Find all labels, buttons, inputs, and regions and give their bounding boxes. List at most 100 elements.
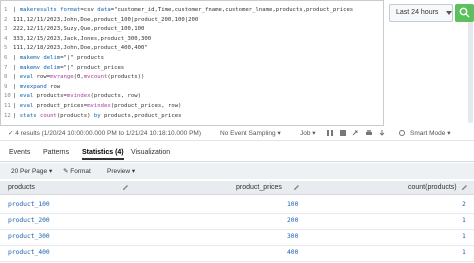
code-line[interactable]: 5 111,12/18/2023,John,Doe,product_400,400… <box>4 44 353 54</box>
code-token: 222,12/11/2023,Suzy,Que,product_100,100 <box>13 26 145 33</box>
code-token: | <box>13 64 20 71</box>
cell-count[interactable]: 1 <box>462 249 466 256</box>
code-token: 111,12/11/2023,John,Doe,product_100|prod… <box>13 16 199 23</box>
line-number: 12 <box>4 112 11 119</box>
job-status-bar: ✓ 4 results (1/20/24 10:00:00.000 PM to … <box>0 126 474 141</box>
tab-visualization[interactable]: Visualization <box>131 149 170 156</box>
table-controls: 20 Per Page ▾ ✎ Format Preview ▾ <box>0 163 474 179</box>
code-line[interactable]: 1 | makeresults format=csv data="customer… <box>4 6 353 16</box>
code-token: products,product_prices <box>100 112 182 119</box>
code-line[interactable]: 3 222,12/11/2023,Suzy,Que,product_100,100 <box>4 25 353 35</box>
cell-product-prices[interactable]: 300 <box>287 233 298 240</box>
code-token: 111,12/18/2023,John,Doe,product_400,400" <box>13 45 148 52</box>
code-line[interactable]: 7 | makemv delim="|" product_prices <box>4 64 353 74</box>
job-menu[interactable]: Job ▾ <box>300 129 316 137</box>
code-line[interactable]: 2 111,12/11/2023,John,Doe,product_100|pro… <box>4 16 353 26</box>
search-query-code[interactable]: 1 | makeresults format=csv data="customer… <box>4 6 353 121</box>
line-number: 2 <box>4 16 8 23</box>
column-header-product-prices[interactable]: product_prices <box>236 184 282 191</box>
code-line[interactable]: 6 | makemv delim="|" products <box>4 54 353 64</box>
print-icon[interactable] <box>365 129 373 137</box>
code-token: count <box>36 112 57 119</box>
search-editor[interactable]: 1 | makeresults format=csv data="customer… <box>0 0 473 126</box>
line-number: 4 <box>4 35 8 42</box>
code-line[interactable]: 10 | eval products=mvindex(products, row) <box>4 92 353 102</box>
code-token: makeresults <box>19 7 57 13</box>
code-token: (product_prices, row) <box>110 102 182 109</box>
code-token: delim <box>39 54 61 61</box>
line-number: 7 <box>4 64 8 71</box>
time-range-picker[interactable]: Last 24 hours <box>389 4 453 22</box>
search-button[interactable] <box>455 4 474 22</box>
code-line[interactable]: 12 | stats count(products) by products,pr… <box>4 112 353 122</box>
code-token: mvindex <box>87 102 111 109</box>
code-token: delim <box>39 64 61 71</box>
code-token: row= <box>33 74 51 81</box>
column-header-products[interactable]: products <box>8 184 35 191</box>
code-token: products= <box>33 93 67 100</box>
code-token: makemv <box>19 64 40 71</box>
table-row: product_400 400 1 <box>0 245 474 262</box>
tab-events[interactable]: Events <box>9 149 30 156</box>
format-button[interactable]: ✎ Format <box>63 167 91 175</box>
editor-scrollbar[interactable] <box>468 6 473 123</box>
pause-icon[interactable] <box>326 129 334 137</box>
cell-count[interactable]: 2 <box>462 201 466 208</box>
code-token: | <box>13 93 20 100</box>
code-token: ="|" product_prices <box>60 64 125 71</box>
line-number: 8 <box>4 74 8 81</box>
pencil-icon[interactable] <box>293 184 300 191</box>
table-row: product_100 100 2 <box>0 197 474 214</box>
code-line[interactable]: 8 | eval row=mvrange(0,mvcount(products)) <box>4 73 353 83</box>
code-token: 333,12/15/2023,Jack,Jones,product_300,30… <box>13 35 152 42</box>
cell-count[interactable]: 1 <box>462 233 466 240</box>
table-row: product_200 200 1 <box>0 213 474 230</box>
code-line[interactable]: 9 | mvexpand row <box>4 83 353 93</box>
cell-products[interactable]: product_400 <box>8 249 50 256</box>
cell-product-prices[interactable]: 100 <box>287 201 298 208</box>
cell-products[interactable]: product_200 <box>8 217 50 224</box>
code-token: makemv <box>19 54 40 61</box>
code-token: row <box>46 83 61 90</box>
code-token: ="|" products <box>60 54 104 61</box>
time-range-label: Last 24 hours <box>396 9 439 16</box>
code-token: eval <box>19 102 34 109</box>
preview-dropdown[interactable]: Preview ▾ <box>107 167 135 175</box>
column-header-count[interactable]: count(products) <box>408 184 457 191</box>
cell-product-prices[interactable]: 400 <box>287 249 298 256</box>
tab-patterns[interactable]: Patterns <box>43 149 69 156</box>
code-token: mvcount <box>83 74 108 81</box>
line-number: 6 <box>4 54 8 61</box>
cell-count[interactable]: 1 <box>462 217 466 224</box>
cell-product-prices[interactable]: 200 <box>287 217 298 224</box>
cell-products[interactable]: product_100 <box>8 201 50 208</box>
chevron-down-icon <box>446 11 452 15</box>
export-icon[interactable] <box>378 129 386 137</box>
results-tabs: Events Patterns Statistics (4) Visualiza… <box>0 145 474 162</box>
code-token: by <box>93 112 101 119</box>
code-token: format <box>56 7 81 13</box>
code-token: | <box>13 74 20 81</box>
code-token: =csv <box>80 7 98 13</box>
line-number: 10 <box>4 93 11 100</box>
stop-icon[interactable] <box>339 129 347 137</box>
per-page-dropdown[interactable]: 20 Per Page ▾ <box>11 167 52 175</box>
code-token: | <box>13 54 20 61</box>
search-mode-dropdown[interactable]: Smart Mode ▾ <box>410 129 450 137</box>
code-token: | <box>13 102 20 109</box>
pencil-icon[interactable] <box>461 184 468 191</box>
code-token: (products) <box>56 112 94 119</box>
line-number: 9 <box>4 83 8 90</box>
pencil-icon[interactable] <box>122 184 129 191</box>
code-token: | <box>13 83 20 90</box>
code-token: (0, <box>73 74 84 81</box>
code-token: ="customer_id,Time,customer_fname,custom… <box>110 7 354 13</box>
code-token: (products, row) <box>90 93 142 100</box>
share-icon[interactable] <box>352 129 360 137</box>
cell-products[interactable]: product_300 <box>8 233 50 240</box>
code-line[interactable]: 11 | eval product_prices=mvindex(product_… <box>4 102 353 112</box>
event-sampling-dropdown[interactable]: No Event Sampling ▾ <box>220 129 281 137</box>
code-token: | <box>13 112 20 119</box>
tab-statistics[interactable]: Statistics (4) <box>82 149 124 160</box>
code-line[interactable]: 4 333,12/15/2023,Jack,Jones,product_300,3… <box>4 35 353 45</box>
